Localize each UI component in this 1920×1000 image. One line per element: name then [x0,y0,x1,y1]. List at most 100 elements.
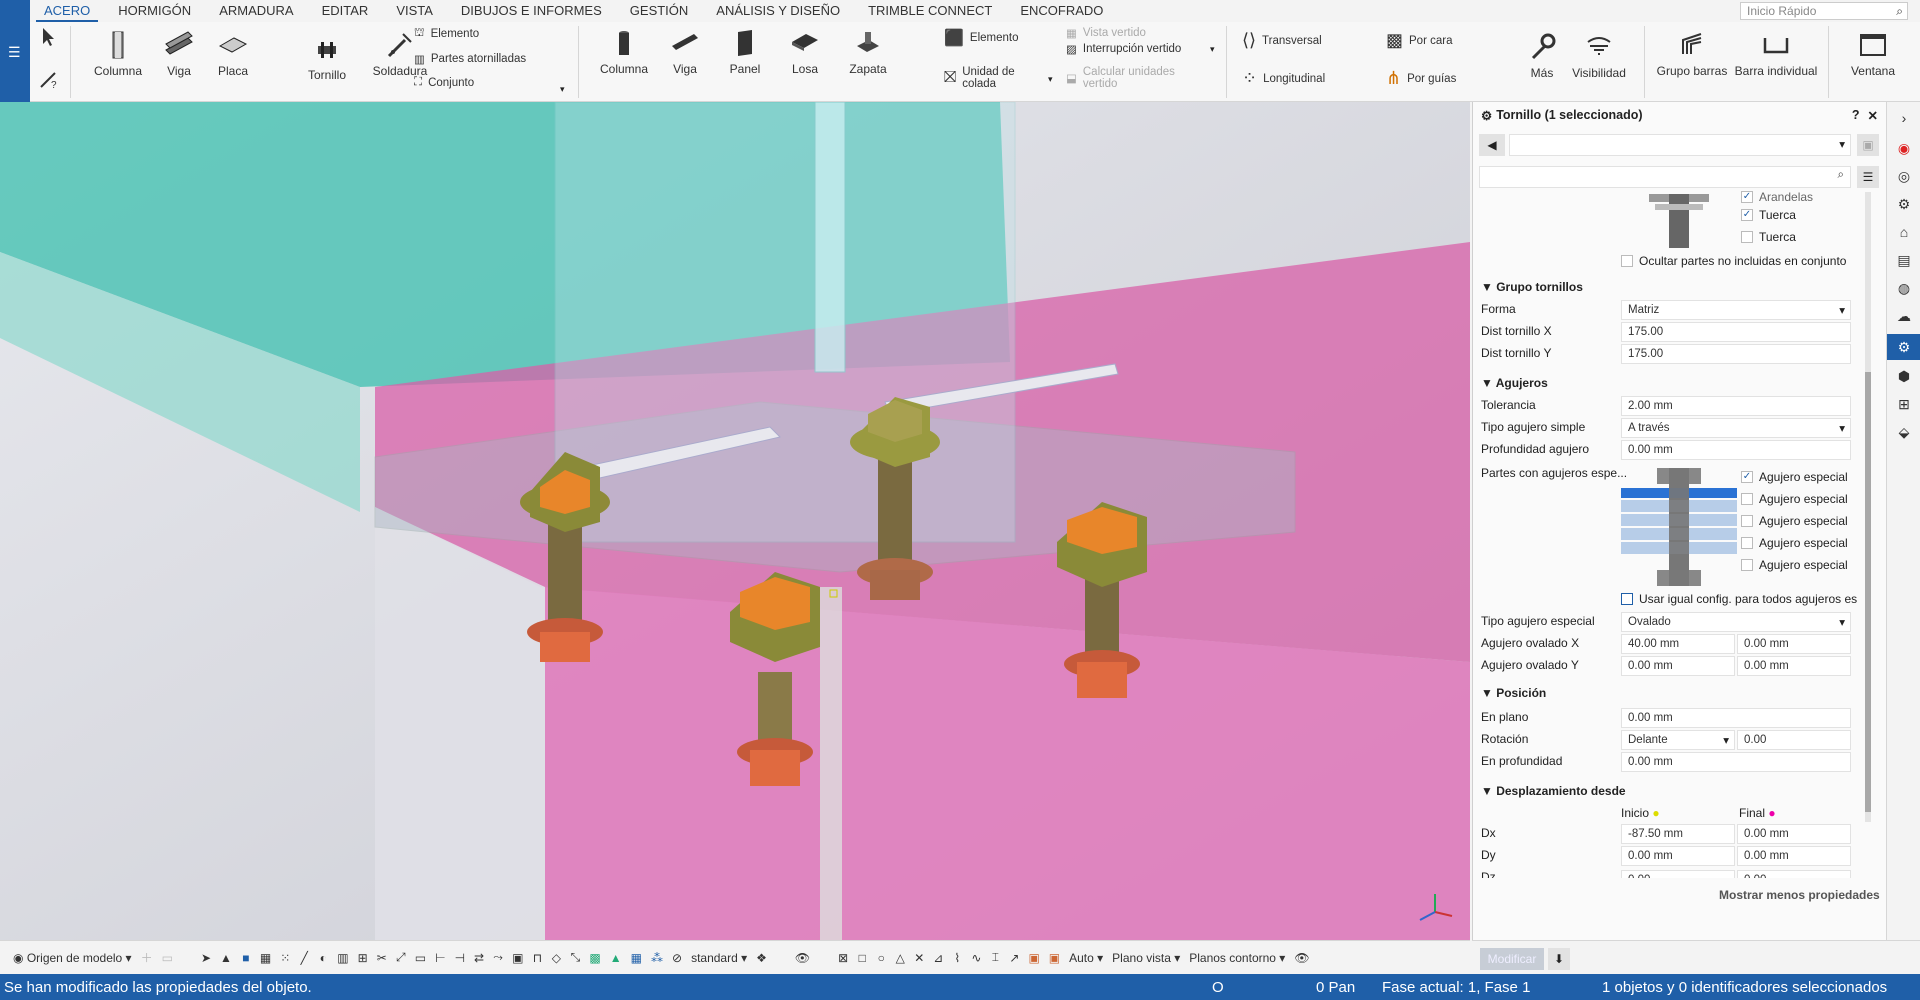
bar-group-button[interactable]: Grupo barras [1654,30,1730,78]
assembly-button[interactable]: ⛶ Conjunto [414,76,474,89]
add-origin-icon[interactable]: ＋ [138,948,156,968]
select-surfaces-icon[interactable]: ■ [238,948,254,968]
pour-break-dropdown-icon[interactable]: ▾ [1210,44,1215,55]
by-face-button[interactable]: ▩ Por cara [1386,30,1452,51]
same-config-checkbox[interactable]: Usar igual config. para todos agujeros e… [1621,592,1857,606]
steel-beam-button[interactable]: Viga [154,30,204,78]
position-section[interactable]: ▼ Posición [1481,686,1546,700]
select-cuts-icon[interactable]: ✂ [374,948,390,968]
special-hole-5-checkbox[interactable]: Agujero especial [1741,558,1848,572]
snap-perpendicular-icon[interactable]: ⊿ [930,948,946,968]
transversal-rebar-button[interactable]: ⟨⟩ Transversal [1242,30,1322,51]
status-ortho[interactable]: O [1212,979,1224,996]
by-guides-button[interactable]: ⋔ Por guías [1386,68,1456,89]
list-options-icon[interactable]: ☰ [1857,166,1879,188]
file-menu-strip[interactable]: ☰ [0,0,30,102]
slab-button[interactable]: Losa [780,28,830,76]
hole-type-select[interactable]: A través [1621,418,1851,438]
model-origin-select[interactable]: ◉ Origen de modelo ▾ [10,948,135,968]
dx-end-input[interactable]: 0.00 mm [1737,824,1851,844]
dx-start-input[interactable]: -87.50 mm [1621,824,1735,844]
concrete-element-button[interactable]: ⬛ Elemento [944,28,1019,48]
select-assemblies-icon[interactable]: ▣ [509,948,526,968]
hide-parts-checkbox[interactable]: Ocultar partes no incluidas en conjunto [1621,254,1846,268]
tab-gestion[interactable]: GESTIÓN [616,0,703,22]
cast-unit-button[interactable]: ⛝ Unidad de colada [944,66,1044,90]
tab-vista[interactable]: VISTA [382,0,447,22]
select-construction-icon[interactable]: ▩ [586,948,603,968]
special-hole-1-checkbox[interactable]: ✓ Agujero especial [1741,470,1848,484]
select-grid-points-icon[interactable]: ▦ [628,948,645,968]
select-views-icon[interactable]: ▭ [412,948,429,968]
special-hole-2-checkbox[interactable]: Agujero especial [1741,492,1848,506]
cast-unit-dropdown-icon[interactable]: ▾ [1048,74,1053,85]
cloud-icon[interactable]: ☁ [1895,308,1913,326]
components-icon[interactable]: ⊞ [1895,396,1913,414]
at-depth-input[interactable]: 0.00 mm [1621,752,1851,772]
select-grid-lines-icon[interactable]: ▥ [334,948,351,968]
properties-file-select[interactable] [1509,134,1851,156]
view-plane-select[interactable]: Plano vista ▾ [1109,948,1183,968]
property-search-input[interactable]: ⌕ [1479,166,1851,188]
snap-extension-icon[interactable]: ⌶ [987,948,1003,968]
tolerance-input[interactable]: 2.00 mm [1621,396,1851,416]
rotation-select[interactable]: Delante [1621,730,1735,750]
select-welds-icon[interactable]: ◐ [315,948,331,968]
slotted-y-input-1[interactable]: 0.00 mm [1621,656,1735,676]
snap-curve-icon[interactable]: ∿ [968,948,984,968]
slotted-x-input-1[interactable]: 40.00 mm [1621,634,1735,654]
selection-filter-select[interactable]: standard ▾ [688,948,750,968]
tab-trimble-connect[interactable]: TRIMBLE CONNECT [854,0,1006,22]
select-pours-icon[interactable]: ⤳ [490,948,506,968]
assembly-dropdown-icon[interactable]: ▾ [560,84,565,95]
panel-scrollbar[interactable] [1865,192,1871,822]
pour-break-button[interactable]: ▨ Interrupción vertido [1066,42,1181,56]
holes-section[interactable]: ▼ Agujeros [1481,376,1548,390]
offset-section[interactable]: ▼ Desplazamiento desde [1481,784,1626,798]
select-plane-icon[interactable]: ⤢ [393,948,409,968]
expand-icon[interactable]: › [1895,110,1913,128]
quick-launch-input[interactable]: Inicio Rápido ⌕ [1740,2,1908,20]
dy-start-input[interactable]: 0.00 mm [1621,846,1735,866]
snap-intersect-icon[interactable]: △ [892,948,908,968]
longitudinal-rebar-button[interactable]: ⁘ Longitudinal [1242,68,1325,89]
snap-center-icon[interactable]: ○ [873,948,889,968]
settings-link-icon[interactable]: ⚙ [1895,196,1913,214]
model-view-3d[interactable] [0,102,1470,940]
bolted-parts-button[interactable]: ▥ Partes atornilladas [414,52,526,66]
filter-options-icon[interactable]: ❖ [753,948,770,968]
tab-dibujos-informes[interactable]: DIBUJOS E INFORMES [447,0,616,22]
concrete-beam-button[interactable]: Viga [660,28,710,76]
snap-components-icon[interactable]: ▣ [1046,948,1063,968]
cube-icon[interactable]: ⬢ [1895,368,1913,386]
select-parts-icon[interactable]: ▲ [217,948,235,968]
special-hole-4-checkbox[interactable]: Agujero especial [1741,536,1848,550]
slotted-y-input-2[interactable]: 0.00 mm [1737,656,1851,676]
snap-parts-icon[interactable]: ▣ [1025,948,1042,968]
nut2-checkbox[interactable]: Tuerca [1741,230,1796,244]
modify-button[interactable]: Modificar [1480,948,1544,970]
status-phase[interactable]: Fase actual: 1, Fase 1 [1382,979,1530,996]
select-points-icon[interactable]: ⁙ [277,948,293,968]
show-less-properties-link[interactable]: Mostrar menos propiedades [1719,888,1880,902]
more-button[interactable]: Más [1522,32,1562,80]
select-components-icon[interactable]: ⊞ [355,948,371,968]
panel-button[interactable]: Panel [720,28,770,76]
bolt-dist-x-input[interactable]: 175.00 [1621,322,1851,342]
contour-planes-select[interactable]: Planos contorno ▾ [1186,948,1288,968]
hat-icon[interactable]: ⌂ [1895,224,1913,242]
select-filter-icon[interactable]: ⊘ [669,948,685,968]
washers-checkbox[interactable]: ✓ Arandelas [1741,190,1813,204]
concrete-column-button[interactable]: Columna [596,28,652,76]
select-lines-icon[interactable]: ╱ [296,948,312,968]
window-button[interactable]: Ventana [1838,30,1908,78]
tag-icon[interactable]: ⬙ [1895,424,1913,442]
dz-end-input[interactable]: 0.00 [1737,870,1851,878]
select-nodes-icon[interactable]: ⁂ [648,948,666,968]
select-tool-button[interactable] [36,26,62,51]
bolt-group-section[interactable]: ▼ Grupo tornillos [1481,280,1583,294]
tab-acero[interactable]: ACERO [30,0,104,22]
snap-line-icon[interactable]: ⌇ [949,948,965,968]
help-icon[interactable]: ? [1852,108,1860,123]
hole-depth-input[interactable]: 0.00 mm [1621,440,1851,460]
